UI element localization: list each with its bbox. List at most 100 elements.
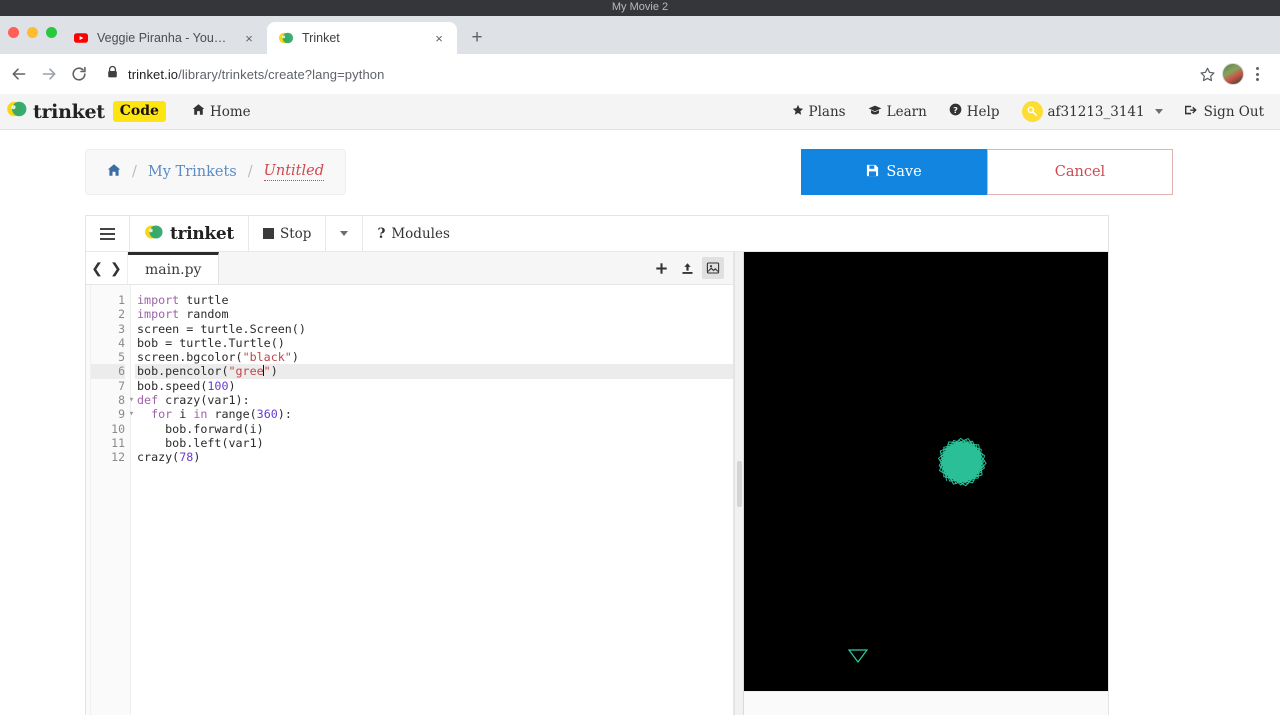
home-icon (192, 103, 205, 120)
code-line[interactable]: def crazy(var1): (135, 393, 733, 407)
close-icon[interactable]: × (241, 30, 257, 46)
code-line[interactable]: crazy(78) (135, 450, 733, 464)
star-icon[interactable] (1192, 59, 1222, 89)
cancel-button[interactable]: Cancel (987, 149, 1173, 195)
line-number: 7 (118, 378, 125, 393)
splitter-grip[interactable] (737, 460, 742, 507)
cancel-button-label: Cancel (1054, 164, 1106, 180)
page-action-bar: / My Trinkets / Untitled Save Cancel (0, 149, 1280, 195)
code-token: 78 (179, 450, 194, 465)
code-token: def (137, 393, 159, 408)
file-tab-main-py[interactable]: main.py (128, 252, 220, 284)
nav-home[interactable]: Home (192, 103, 251, 120)
trinket-editor: trinket Stop ? Modules ❮ ❯ main.py 1 2 3… (85, 215, 1109, 715)
file-tab-bar: ❮ ❯ main.py (86, 252, 733, 285)
code-token: ): (277, 407, 292, 422)
code-line[interactable]: import random (135, 307, 733, 321)
chevron-right-icon[interactable]: ❯ (110, 260, 122, 277)
save-button[interactable]: Save (801, 149, 987, 195)
editor-logo: trinket (130, 216, 249, 251)
line-number: 6 (91, 364, 125, 379)
plus-icon[interactable] (650, 257, 672, 279)
modules-button[interactable]: ? Modules (363, 216, 463, 251)
output-pane (744, 252, 1108, 715)
code-token: 360 (256, 407, 278, 422)
code-token: i (172, 407, 194, 422)
code-line[interactable]: screen = turtle.Screen() (135, 322, 733, 336)
stop-square-icon (262, 228, 274, 239)
back-arrow-icon[interactable] (4, 59, 34, 89)
line-number: 3 (118, 321, 125, 336)
fold-toggle-icon[interactable]: ▾ (127, 407, 136, 421)
editor-pane: ❮ ❯ main.py 1 2 3 4 5 6 7 8 ▾ 9 ▾ 10 11 … (86, 252, 734, 715)
code-line[interactable]: bob.left(var1) (135, 436, 733, 450)
nav-plans-label: Plans (808, 103, 846, 120)
breadcrumb-item-title[interactable]: Untitled (263, 163, 325, 181)
upload-icon[interactable] (676, 257, 698, 279)
question-mark-icon: ? (377, 225, 386, 242)
code-token: screen.bgcolor( (137, 350, 243, 365)
code-line[interactable]: for i in range(360): (135, 407, 733, 421)
trinket-logo[interactable]: trinket Code (6, 98, 166, 125)
sign-out-button[interactable]: Sign Out (1184, 104, 1264, 120)
chevron-down-icon (1154, 109, 1163, 114)
browser-tab-youtube[interactable]: Veggie Piranha - YouTube × (62, 22, 267, 54)
forward-arrow-icon[interactable] (34, 59, 64, 89)
account-menu[interactable]: af31213_3141 (1021, 101, 1163, 122)
fold-toggle-icon[interactable]: ▾ (127, 393, 136, 407)
turtle-output-canvas (744, 252, 1108, 691)
file-tab-label: main.py (145, 261, 202, 278)
kebab-menu-icon[interactable] (1244, 61, 1270, 87)
url-bar[interactable]: trinket.io/library/trinkets/create?lang=… (102, 60, 1186, 88)
nav-help[interactable]: ? Help (949, 103, 1000, 120)
svg-text:?: ? (953, 105, 958, 115)
run-options-dropdown[interactable] (326, 216, 364, 251)
line-number: 4 (118, 335, 125, 350)
os-window-title: My Movie 2 (611, 1, 669, 13)
reload-icon[interactable] (64, 59, 94, 89)
new-tab-button[interactable]: + (463, 23, 491, 51)
spirograph-path (937, 437, 987, 487)
browser-tabstrip: Veggie Piranha - YouTube × Trinket × + (0, 16, 1280, 54)
editor-menu-button[interactable] (86, 216, 130, 251)
tab-list: Veggie Piranha - YouTube × Trinket × + (62, 22, 491, 54)
code-line[interactable]: bob.speed(100) (135, 379, 733, 393)
code-token: bob.pencolor( (137, 364, 229, 379)
chevron-left-icon[interactable]: ❮ (91, 260, 103, 277)
editor-toolbar: trinket Stop ? Modules (86, 216, 1108, 252)
home-icon[interactable] (107, 163, 121, 181)
breadcrumb-item-my-trinkets[interactable]: My Trinkets (148, 164, 237, 180)
code-line[interactable]: bob.pencolor("gree") (135, 364, 733, 379)
line-number: 10 (111, 421, 125, 436)
maximize-window-button[interactable] (46, 27, 57, 38)
action-buttons: Save Cancel (801, 149, 1173, 195)
image-file-icon[interactable] (702, 257, 724, 279)
account-username: af31213_3141 (1047, 103, 1145, 120)
minimize-window-button[interactable] (27, 27, 38, 38)
code-token: 100 (207, 378, 229, 393)
file-nav-arrows[interactable]: ❮ ❯ (86, 252, 128, 284)
brand-badge: Code (112, 101, 166, 122)
run-stop-button[interactable]: Stop (249, 216, 327, 251)
close-window-button[interactable] (8, 27, 19, 38)
nav-learn[interactable]: Learn (868, 104, 927, 120)
site-header-right: Plans Learn ? Help af31213_3141 Sign Out (792, 101, 1264, 122)
code-line[interactable]: bob.forward(i) (135, 422, 733, 436)
browser-tab-trinket[interactable]: Trinket × (267, 22, 457, 54)
code-line[interactable]: screen.bgcolor("black") (135, 350, 733, 364)
file-tab-spacer (219, 252, 650, 284)
code-line[interactable]: import turtle (135, 293, 733, 307)
code-token: random (179, 307, 229, 322)
editor-logo-label: trinket (170, 223, 234, 244)
pane-splitter[interactable] (734, 252, 744, 715)
line-number-gutter: 1 2 3 4 5 6 7 8 ▾ 9 ▾ 10 11 12 (91, 285, 134, 715)
code-line[interactable]: bob = turtle.Turtle() (135, 336, 733, 350)
youtube-icon (73, 30, 89, 46)
code-content[interactable]: import turtle import random screen = turtl… (131, 285, 733, 715)
code-editor[interactable]: 1 2 3 4 5 6 7 8 ▾ 9 ▾ 10 11 12 import turtle import ra… (86, 285, 733, 715)
profile-avatar[interactable] (1222, 63, 1244, 85)
line-number: 11 (111, 435, 125, 450)
close-icon[interactable]: × (431, 30, 447, 46)
nav-plans[interactable]: Plans (792, 104, 846, 120)
star-icon (792, 104, 804, 120)
